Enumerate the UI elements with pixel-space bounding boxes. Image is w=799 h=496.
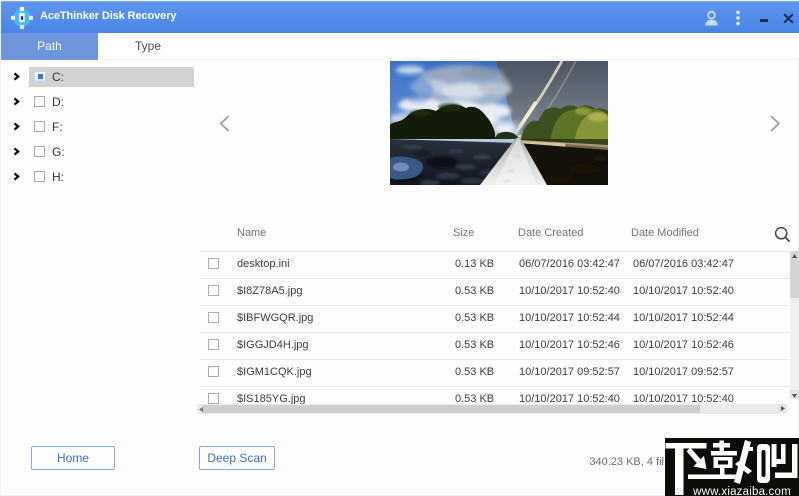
svg-text:www.xiazaiba.com: www.xiazaiba.com [692, 486, 791, 496]
